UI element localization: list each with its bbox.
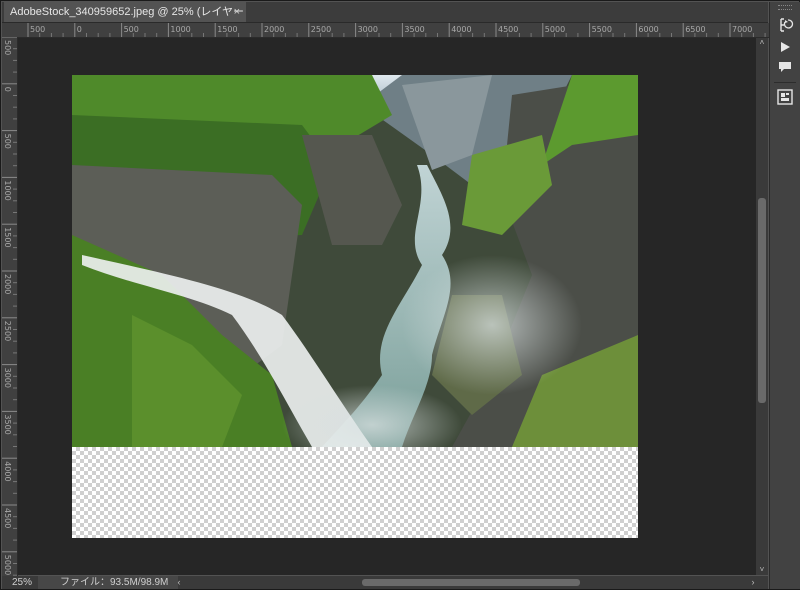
scroll-up-icon[interactable]: ˄ <box>756 38 768 48</box>
ruler-label: 2500 <box>311 25 331 34</box>
ruler-label: 3000 <box>3 368 12 388</box>
panel-grip[interactable] <box>778 5 792 10</box>
scroll-down-icon[interactable]: ˅ <box>756 565 768 575</box>
transparent-area <box>72 447 638 538</box>
document-tab-bar: AdobeStock_340959652.jpeg @ 25% (レイヤー 0,… <box>2 2 768 23</box>
vertical-scroll-thumb[interactable] <box>758 198 766 403</box>
ruler-label: 1000 <box>170 25 190 34</box>
status-bar: 25% ファイル：93.5M/98.9M ‹ › <box>2 576 768 589</box>
ruler-label: 3500 <box>3 414 12 434</box>
ruler-label: 2000 <box>264 25 284 34</box>
document-canvas[interactable] <box>72 75 638 538</box>
vertical-ruler[interactable]: 500 0 500 1000 1500 2000 2500 3000 3500 4000 4500 5… <box>2 37 18 576</box>
ruler-label: 500 <box>3 134 12 149</box>
ruler-label: 1500 <box>3 227 12 247</box>
horizontal-scrollbar[interactable] <box>186 578 746 587</box>
ruler-label: 4500 <box>3 508 12 528</box>
ruler-label: 6500 <box>685 25 705 34</box>
file-info[interactable]: ファイル：93.5M/98.9M <box>60 576 168 589</box>
close-tab-icon[interactable]: × <box>234 2 240 22</box>
ruler-label: 2000 <box>3 274 12 294</box>
waterfall-canyon-photo <box>72 75 638 447</box>
ruler-label: 4500 <box>498 25 518 34</box>
ruler-label: 2500 <box>3 321 12 341</box>
ruler-label: 3000 <box>358 25 378 34</box>
canvas-area[interactable] <box>18 38 756 575</box>
ruler-label: 500 <box>30 25 45 34</box>
zoom-level[interactable]: 25% <box>12 576 32 589</box>
properties-icon[interactable] <box>776 88 794 106</box>
horizontal-scroll-thumb[interactable] <box>362 579 580 586</box>
ruler-label: 3500 <box>404 25 424 34</box>
ruler-origin[interactable] <box>2 23 17 37</box>
ruler-label: 4000 <box>3 461 12 481</box>
ruler-label: 0 <box>77 25 82 34</box>
ruler-label: 1000 <box>3 180 12 200</box>
right-panel-dock <box>769 2 800 589</box>
ruler-label: 6000 <box>638 25 658 34</box>
ruler-label: 5000 <box>545 25 565 34</box>
ruler-label: 0 <box>3 87 12 92</box>
ruler-label: 5500 <box>592 25 612 34</box>
panel-separator <box>774 82 796 83</box>
history-icon[interactable] <box>776 16 794 34</box>
ruler-label: 1500 <box>217 25 237 34</box>
play-action-icon[interactable] <box>776 38 794 56</box>
ruler-label: 5000 <box>3 555 12 575</box>
horizontal-ruler[interactable]: 500 0 500 1000 1500 2000 2500 3000 3500 4000 4500 5… <box>17 23 769 38</box>
ruler-label: 500 <box>124 25 139 34</box>
scroll-right-icon[interactable]: › <box>748 576 758 589</box>
document-tab[interactable]: AdobeStock_340959652.jpeg @ 25% (レイヤー 0,… <box>4 2 246 22</box>
ruler-label: 500 <box>3 40 12 55</box>
comment-icon[interactable] <box>776 58 794 76</box>
ruler-label: 7000 <box>732 25 752 34</box>
photoshop-window: AdobeStock_340959652.jpeg @ 25% (レイヤー 0,… <box>0 0 800 590</box>
scroll-left-icon[interactable]: ‹ <box>174 576 184 589</box>
document-tab-title: AdobeStock_340959652.jpeg @ 25% (レイヤー 0,… <box>10 6 246 18</box>
ruler-label: 4000 <box>451 25 471 34</box>
vertical-scrollbar[interactable]: ˄ ˅ <box>756 38 768 575</box>
